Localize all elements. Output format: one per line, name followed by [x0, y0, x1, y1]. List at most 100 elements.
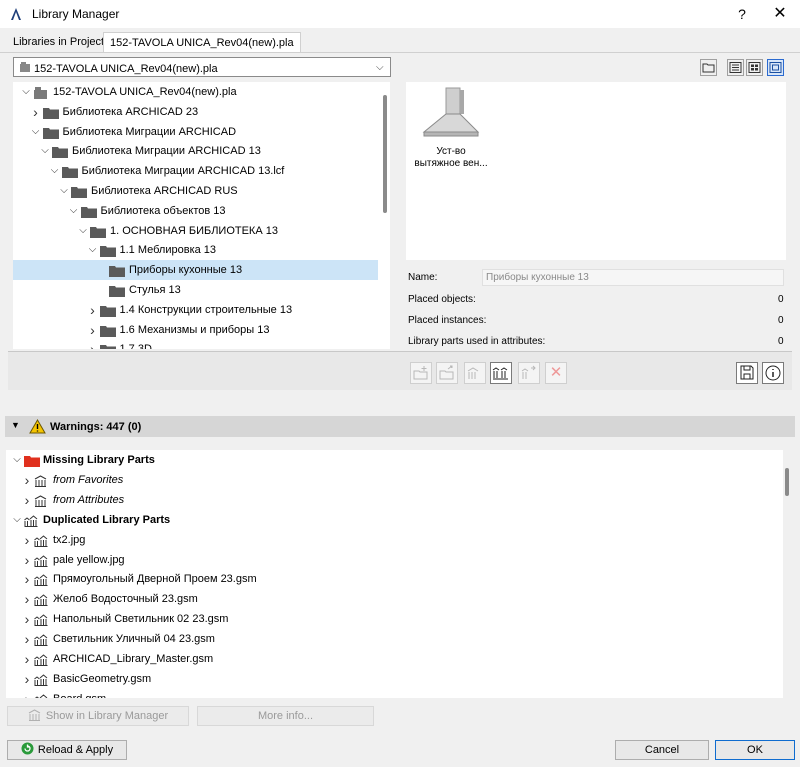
info-button[interactable] — [762, 362, 784, 384]
chevron-right-icon[interactable]: › — [22, 629, 32, 649]
delete-x-icon: ✕ — [549, 364, 563, 381]
warning-item-label: Желоб Водосточный 23.gsm — [53, 593, 198, 606]
folder-icon — [71, 185, 87, 198]
tree-item[interactable]: ⌵ Библиотека Миграции ARCHICAD 13 — [13, 141, 378, 161]
warning-item-label: tx2.jpg — [53, 533, 86, 546]
library-select[interactable]: 152-TAVOLA UNICA_Rev04(new).pla ⌵ — [13, 57, 391, 77]
list-view-icon — [729, 62, 742, 73]
close-button[interactable]: ✕ — [768, 4, 792, 24]
show-in-library-manager-button[interactable]: Show in Library Manager — [7, 706, 189, 726]
folder-icon — [42, 126, 59, 139]
chevron-down-icon[interactable]: ⌵ — [78, 221, 88, 241]
library-select-value: 152-TAVOLA UNICA_Rev04(new).pla — [34, 63, 218, 75]
tree-item-label: Библиотека ARCHICAD 23 — [62, 105, 199, 118]
tree-item[interactable]: ⌵ Библиотека объектов 13 — [13, 201, 378, 221]
library-move-icon — [521, 365, 536, 379]
chevron-right-icon[interactable]: › — [22, 569, 32, 589]
chevron-down-icon[interactable]: ⌵ — [40, 141, 50, 161]
add-folder-icon — [413, 366, 428, 380]
tree-item[interactable]: › 1.4 Конструкции строительные 13 — [13, 300, 378, 320]
tree-item[interactable]: ⌵ Библиотека ARCHICAD RUS — [13, 181, 378, 201]
grid-view-button[interactable] — [746, 59, 763, 76]
chevron-right-icon[interactable]: › — [88, 300, 98, 320]
chevron-right-icon[interactable]: › — [22, 689, 32, 698]
kitchen-hood-icon[interactable] — [420, 86, 482, 144]
add-library-button[interactable] — [410, 362, 432, 384]
chevron-right-icon[interactable]: › — [22, 490, 32, 510]
tree-item-label: Библиотека Миграции ARCHICAD — [62, 125, 237, 138]
tree-item-label: 1.1 Меблировка 13 — [119, 244, 217, 257]
tree-item[interactable]: ⌵ 152-TAVOLA UNICA_Rev04(new).pla — [13, 82, 378, 102]
more-info-button[interactable]: More info... — [197, 706, 374, 726]
warnings-list[interactable]: ⌵ Missing Library Parts › from Favorites › fr… — [6, 450, 783, 698]
tab-libraries-in-project[interactable]: Libraries in Project — [7, 32, 110, 52]
warning-item-label: Missing Library Parts — [43, 454, 155, 466]
add-library-part-button[interactable] — [464, 362, 486, 384]
warning-item-label: BasicGeometry.gsm — [53, 672, 152, 685]
chevron-right-icon[interactable]: › — [88, 320, 98, 340]
tree-scrollbar[interactable] — [383, 95, 387, 213]
collapse-chevron-icon[interactable]: ▼ — [11, 420, 20, 430]
tree-item-label: Библиотека объектов 13 — [100, 204, 226, 217]
show-in-library-manager-label: Show in Library Manager — [45, 710, 169, 722]
library-toolbar — [8, 352, 792, 390]
chevron-right-icon[interactable]: › — [22, 609, 32, 629]
chevron-right-icon[interactable]: › — [22, 649, 32, 669]
tree-item[interactable]: ⌵ Библиотека Миграции ARCHICAD — [13, 122, 378, 142]
chevron-right-icon[interactable]: › — [22, 669, 32, 689]
warnings-scrollbar-thumb[interactable] — [785, 468, 789, 496]
library-tree[interactable]: ⌵ 152-TAVOLA UNICA_Rev04(new).pla › Библиот… — [13, 82, 390, 349]
tree-item[interactable]: ⌵ 1.1 Меблировка 13 — [13, 240, 378, 260]
chevron-down-icon[interactable]: ⌵ — [21, 82, 31, 102]
tree-item[interactable]: › Библиотека ARCHICAD 23 — [13, 102, 378, 122]
tree-item-label: 1. ОСНОВНАЯ БИБЛИОТЕКА 13 — [110, 224, 278, 237]
folder-icon — [42, 106, 59, 119]
duplicate-library-icon — [24, 514, 38, 527]
help-button[interactable]: ? — [730, 4, 754, 24]
list-view-button[interactable] — [727, 59, 744, 76]
chevron-down-icon[interactable]: ⌵ — [88, 240, 98, 260]
cancel-button[interactable]: Cancel — [615, 740, 709, 760]
duplicate-library-button[interactable] — [490, 362, 512, 384]
chevron-down-icon[interactable]: ⌵ — [31, 122, 41, 142]
chevron-right-icon[interactable]: › — [22, 470, 32, 490]
duplicate-library-icon — [34, 633, 48, 647]
warning-item-label: Прямоугольный Дверной Проем 23.gsm — [53, 573, 257, 586]
folder-arrow-icon — [439, 365, 454, 380]
tree-item-label: 152-TAVOLA UNICA_Rev04(new).pla — [53, 86, 237, 98]
tree-item[interactable]: Приборы кухонные 13 — [13, 260, 378, 281]
preview-view-button[interactable] — [767, 59, 784, 76]
remove-button[interactable]: ✕ — [545, 362, 567, 384]
chevron-down-icon[interactable]: ⌵ — [12, 510, 22, 530]
chevron-right-icon[interactable]: › — [22, 530, 32, 550]
preview-object-label-line1: Уст-во — [436, 146, 466, 157]
library-icon — [28, 709, 41, 721]
chevron-down-icon[interactable]: ⌵ — [12, 450, 22, 470]
add-folder-button[interactable] — [436, 362, 458, 384]
library-icon — [34, 494, 48, 507]
tab-project-file[interactable]: 152-TAVOLA UNICA_Rev04(new).pla — [103, 32, 301, 53]
move-library-button[interactable] — [518, 362, 540, 384]
name-field: Приборы кухонные 13 — [482, 269, 784, 286]
chevron-down-icon[interactable]: ⌵ — [50, 161, 60, 181]
chevron-right-icon[interactable]: › — [31, 102, 41, 122]
ok-button[interactable]: OK — [715, 740, 795, 760]
chevron-right-icon[interactable]: › — [22, 550, 32, 570]
tree-item[interactable]: Стулья 13 — [13, 280, 378, 300]
chevron-right-icon[interactable]: › — [22, 589, 32, 609]
reload-apply-button[interactable]: Reload & Apply — [7, 740, 127, 760]
chevron-right-icon[interactable]: › — [88, 339, 98, 349]
new-folder-view-button[interactable] — [700, 59, 717, 76]
save-button[interactable] — [736, 362, 758, 384]
warning-item-label: from Attributes — [53, 493, 125, 506]
chevron-down-icon[interactable]: ⌵ — [59, 181, 69, 201]
folder-tree-icon — [702, 63, 715, 73]
folder-icon — [99, 244, 116, 258]
tree-item[interactable]: › 1.7 3D ... — [13, 339, 378, 349]
tree-item[interactable]: ⌵ Библиотека Миграции ARCHICAD 13.lcf — [13, 161, 378, 181]
warning-item-label: Напольный Светильник 02 23.gsm — [53, 613, 229, 626]
tree-item[interactable]: ⌵ 1. ОСНОВНАЯ БИБЛИОТЕКА 13 — [13, 221, 378, 241]
warning-icon — [29, 419, 46, 434]
tree-item[interactable]: › 1.6 Механизмы и приборы 13 — [13, 320, 378, 340]
chevron-down-icon[interactable]: ⌵ — [69, 201, 79, 221]
